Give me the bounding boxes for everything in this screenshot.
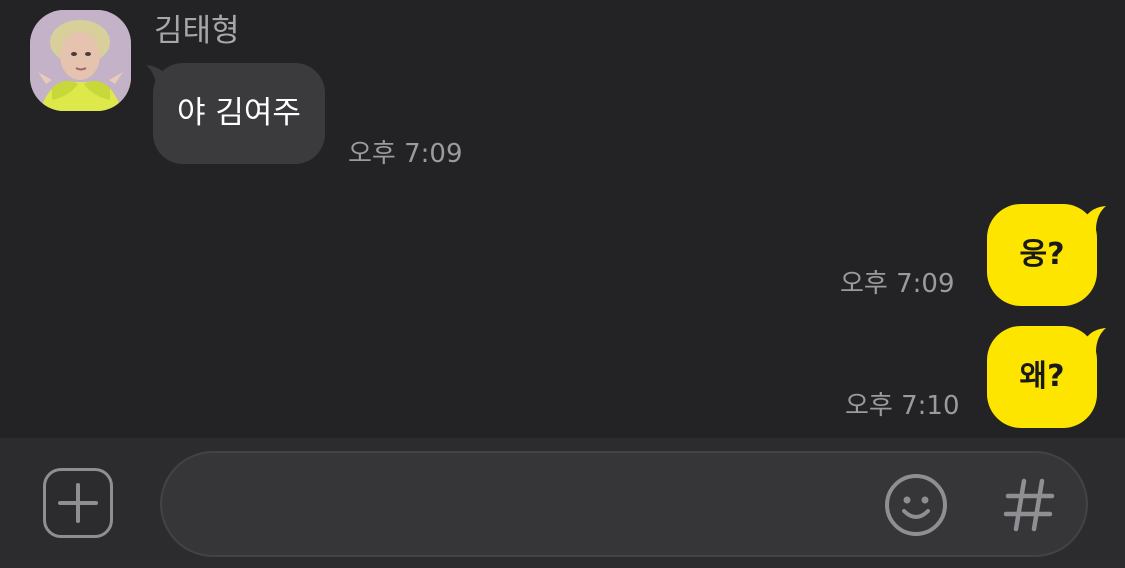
message-timestamp: 오후 7:10 xyxy=(845,391,960,421)
message-timestamp: 오후 7:09 xyxy=(840,269,955,299)
hashtag-icon xyxy=(1003,478,1055,532)
message-input-bar xyxy=(0,438,1125,568)
attach-plus-button[interactable] xyxy=(43,468,113,538)
sender-avatar[interactable] xyxy=(30,10,131,111)
outgoing-bubble-tail xyxy=(1080,328,1106,352)
incoming-message-bubble[interactable]: 야 김여주 xyxy=(153,63,325,164)
message-timestamp: 오후 7:09 xyxy=(348,139,463,169)
sender-name: 김태형 xyxy=(154,13,240,49)
profile-photo-icon xyxy=(30,10,131,111)
emoji-icon xyxy=(885,474,947,536)
hashtag-button[interactable] xyxy=(1002,475,1058,535)
plus-icon xyxy=(58,483,98,523)
message-text-input[interactable] xyxy=(192,453,876,557)
chat-message-list[interactable]: 김태형 야 김여주 오후 7:09 오후 7:09 웅? 오후 7:10 왜? xyxy=(0,0,1125,438)
message-input-field[interactable] xyxy=(160,451,1088,557)
outgoing-bubble-tail xyxy=(1080,206,1106,230)
emoji-button[interactable] xyxy=(884,473,948,537)
